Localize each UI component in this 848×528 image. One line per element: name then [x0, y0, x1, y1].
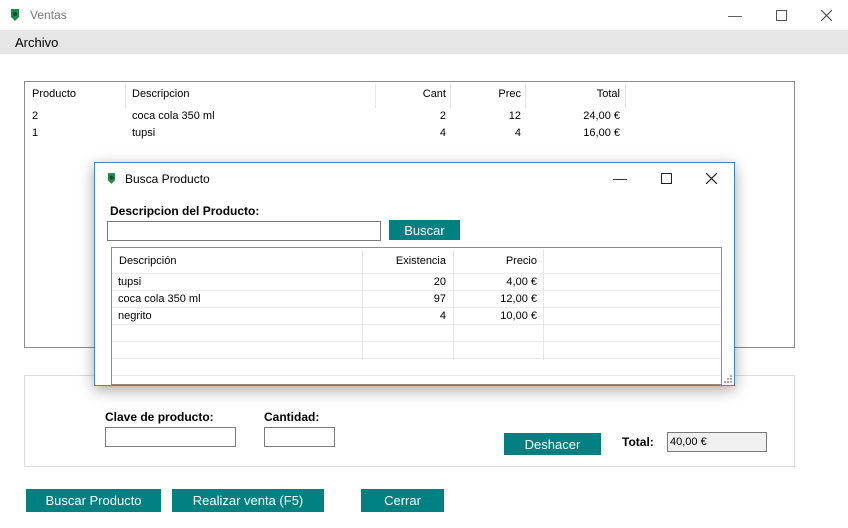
cell-existencia: 20 [433, 276, 446, 288]
cell-prec: 12 [508, 110, 521, 122]
menu-archivo[interactable]: Archivo [15, 35, 58, 50]
cell-producto: 1 [32, 127, 39, 139]
cell-precio: 12,00 € [500, 293, 537, 305]
busca-producto-dialog: Busca Producto — Descripcion del Product… [94, 162, 735, 386]
maximize-icon [775, 9, 787, 21]
desc-label: Descripcion del Producto: [110, 204, 260, 218]
cell-cant: 2 [439, 110, 446, 122]
window-title: Ventas [30, 8, 67, 22]
cell-total: 16,00 € [583, 127, 620, 139]
cell-total: 24,00 € [583, 110, 620, 122]
col-total[interactable]: Total [526, 88, 620, 100]
realizar-venta-button[interactable]: Realizar venta (F5) [172, 489, 324, 512]
minimize-button[interactable]: — [712, 0, 758, 30]
cell-existencia: 97 [433, 293, 446, 305]
total-value: 40,00 € [667, 432, 767, 452]
cell-descripcion: tupsi [132, 127, 156, 139]
close-button[interactable] [803, 0, 848, 30]
col-precio[interactable]: Precio [455, 255, 537, 267]
col-prec[interactable]: Prec [451, 88, 521, 100]
menu-bar [0, 30, 848, 54]
cell-descripcion: coca cola 350 ml [118, 293, 201, 305]
minimize-icon: — [613, 170, 627, 186]
deshacer-button[interactable]: Deshacer [504, 433, 601, 455]
cell-descripcion: negrito [118, 310, 152, 322]
app-icon [11, 9, 19, 21]
maximize-icon [660, 172, 672, 184]
resize-grip-icon[interactable] [723, 374, 733, 384]
cell-prec: 4 [514, 127, 521, 139]
cerrar-button[interactable]: Cerrar [361, 489, 444, 512]
cell-existencia: 4 [439, 310, 446, 322]
col-descripcion[interactable]: Descripción [119, 255, 176, 267]
col-existencia[interactable]: Existencia [364, 255, 446, 267]
clave-input[interactable] [105, 427, 236, 447]
dialog-close-button[interactable] [688, 163, 734, 193]
dialog-title: Busca Producto [125, 172, 210, 186]
cell-descripcion: coca cola 350 ml [132, 110, 215, 122]
close-icon [820, 9, 832, 21]
cell-precio: 10,00 € [500, 310, 537, 322]
minimize-icon: — [728, 7, 742, 23]
maximize-button[interactable] [758, 0, 804, 30]
dialog-maximize-button[interactable] [643, 163, 689, 193]
cantidad-label: Cantidad: [264, 410, 320, 424]
buscar-button[interactable]: Buscar [389, 220, 460, 240]
cell-descripcion: tupsi [118, 276, 142, 288]
buscar-producto-button[interactable]: Buscar Producto [26, 489, 161, 512]
cell-producto: 2 [32, 110, 39, 122]
cantidad-input[interactable] [264, 427, 335, 447]
col-cant[interactable]: Cant [376, 88, 446, 100]
col-descripcion[interactable]: Descripcion [132, 88, 189, 100]
cell-precio: 4,00 € [506, 276, 537, 288]
product-grid[interactable]: Descripción Existencia Precio tupsi 20 4… [111, 247, 722, 385]
total-label: Total: [622, 435, 654, 449]
cell-cant: 4 [439, 127, 446, 139]
dialog-app-icon [107, 173, 116, 184]
clave-label: Clave de producto: [105, 410, 214, 424]
search-input[interactable] [107, 221, 381, 241]
dialog-minimize-button[interactable]: — [597, 163, 643, 193]
col-producto[interactable]: Producto [32, 88, 76, 100]
close-icon [705, 172, 717, 184]
